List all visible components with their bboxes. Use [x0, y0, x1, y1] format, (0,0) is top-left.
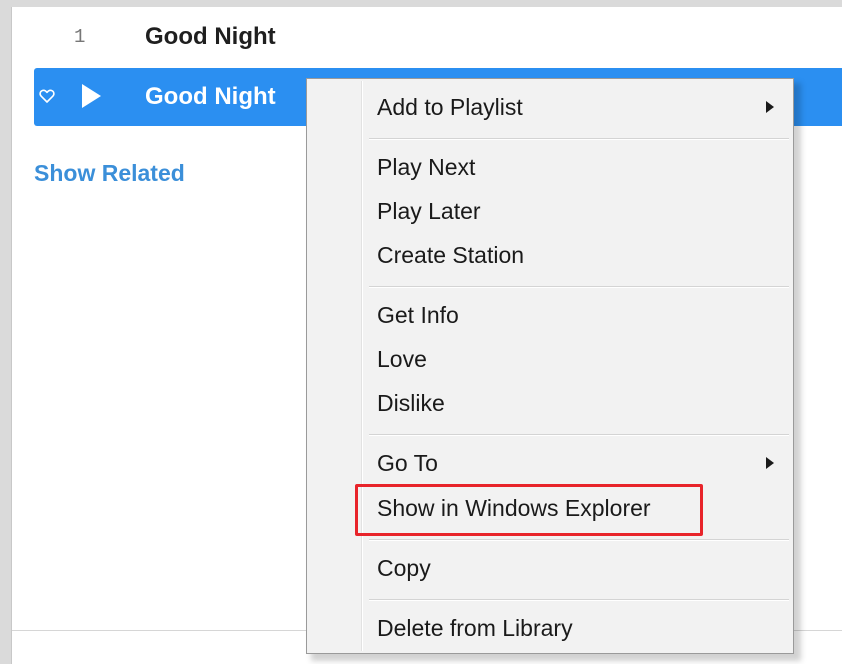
- menu-separator: [369, 286, 789, 288]
- menu-item-create-station[interactable]: Create Station: [377, 235, 524, 275]
- menu-item-play-later[interactable]: Play Later: [377, 191, 481, 231]
- menu-item-love[interactable]: Love: [377, 339, 427, 379]
- play-icon[interactable]: [80, 83, 102, 109]
- chevron-right-icon: [766, 457, 774, 469]
- track-row[interactable]: 1 Good Night: [34, 12, 842, 62]
- chevron-right-icon: [766, 101, 774, 113]
- menu-separator: [369, 599, 789, 601]
- track-number: 1: [74, 26, 86, 48]
- menu-item-add-to-playlist[interactable]: Add to Playlist: [377, 87, 523, 127]
- menu-separator: [369, 539, 789, 541]
- menu-item-copy[interactable]: Copy: [377, 548, 431, 588]
- menu-item-go-to[interactable]: Go To: [377, 443, 438, 483]
- menu-separator: [369, 138, 789, 140]
- menu-separator: [369, 434, 789, 436]
- menu-item-get-info[interactable]: Get Info: [377, 295, 459, 335]
- window-frame-top: [0, 0, 842, 7]
- context-menu: Add to Playlist Play Next Play Later Cre…: [306, 78, 794, 654]
- heart-outline-icon[interactable]: [39, 88, 55, 104]
- menu-item-delete-from-library[interactable]: Delete from Library: [377, 608, 573, 648]
- menu-item-dislike[interactable]: Dislike: [377, 383, 445, 423]
- track-title: Good Night: [145, 23, 276, 50]
- menu-item-play-next[interactable]: Play Next: [377, 147, 475, 187]
- track-title: Good Night: [145, 83, 276, 110]
- menu-item-show-in-windows-explorer[interactable]: Show in Windows Explorer: [377, 488, 651, 528]
- menu-icon-gutter: [361, 81, 363, 651]
- window-frame-divider: [11, 7, 12, 664]
- show-related-link[interactable]: Show Related: [34, 160, 185, 187]
- window-frame-left: [0, 0, 11, 664]
- music-library-view: 1 Good Night Good Night Show Related Add…: [0, 0, 842, 664]
